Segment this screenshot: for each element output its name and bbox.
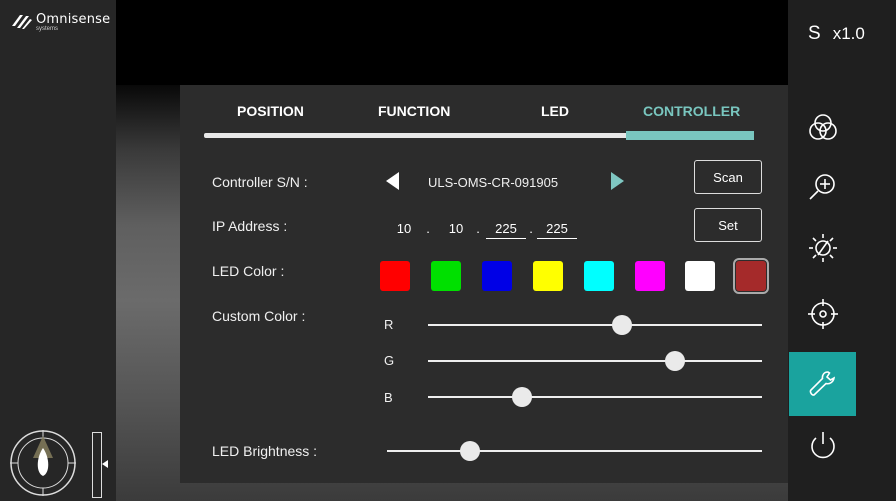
mode-letter: S: [808, 23, 821, 44]
controller-sn-label: Controller S/N :: [212, 174, 308, 190]
tilt-level-bar: [92, 432, 102, 498]
led-brightness-label: LED Brightness :: [212, 443, 318, 459]
controller-sn-value: ULS-OMS-CR-091905: [428, 175, 559, 190]
logo-name: Omnisense: [36, 12, 111, 27]
led-color-label: LED Color :: [212, 263, 285, 279]
channel-b-label: B: [384, 390, 393, 405]
led-color-swatch[interactable]: [482, 261, 512, 291]
blue-slider-knob[interactable]: [511, 387, 532, 407]
brightness-icon[interactable]: [789, 216, 856, 280]
color-mix-icon[interactable]: [789, 96, 856, 160]
zoom-level: x1.0: [832, 24, 865, 43]
led-color-swatch[interactable]: [635, 261, 665, 291]
next-controller-icon[interactable]: [611, 172, 624, 190]
tab-led[interactable]: LED: [541, 103, 569, 119]
scan-button[interactable]: Scan: [694, 160, 762, 194]
level-marker-icon: [102, 460, 108, 468]
zoom-in-icon[interactable]: [789, 155, 856, 219]
ip-address-label: IP Address :: [212, 218, 288, 234]
blue-slider-track[interactable]: [428, 396, 762, 398]
ip-separator: .: [476, 221, 480, 236]
previous-controller-icon[interactable]: [386, 172, 399, 190]
ip-octet-4[interactable]: 225: [537, 221, 577, 239]
led-color-swatch[interactable]: [685, 261, 715, 291]
led-color-swatch[interactable]: [431, 261, 461, 291]
logo: Omnisense systems: [10, 12, 110, 32]
left-sidebar: Omnisense systems: [0, 0, 116, 501]
ip-octet-2[interactable]: 10: [444, 221, 468, 236]
zoom-indicator: S x1.0: [808, 23, 865, 45]
tab-function[interactable]: FUNCTION: [378, 103, 450, 119]
feed-dark-area: [116, 0, 788, 85]
ip-separator: .: [529, 221, 533, 236]
tab-controller[interactable]: CONTROLLER: [643, 103, 740, 119]
red-slider-knob[interactable]: [611, 315, 632, 335]
tab-active-indicator: [626, 131, 754, 140]
settings-panel: POSITION FUNCTION LED CONTROLLER Control…: [180, 85, 788, 483]
green-slider-knob[interactable]: [665, 351, 686, 371]
custom-color-label: Custom Color :: [212, 308, 306, 324]
brightness-slider-knob[interactable]: [459, 441, 480, 461]
target-icon[interactable]: [789, 282, 856, 346]
led-color-swatch[interactable]: [733, 258, 769, 294]
tab-position[interactable]: POSITION: [237, 103, 304, 119]
ip-separator: .: [426, 221, 430, 236]
omnisense-logo-icon: [10, 12, 34, 32]
app-root: Omnisense systems S x1.0 POSITION FUNCTI…: [0, 0, 896, 501]
power-icon[interactable]: [789, 413, 856, 477]
ip-octet-3[interactable]: 225: [486, 221, 526, 239]
green-slider-track[interactable]: [428, 360, 762, 362]
brightness-slider-track[interactable]: [387, 450, 762, 452]
led-color-swatch[interactable]: [380, 261, 410, 291]
compass-icon: [8, 428, 78, 498]
channel-r-label: R: [384, 317, 394, 332]
channel-g-label: G: [384, 353, 395, 368]
led-color-swatch[interactable]: [533, 261, 563, 291]
red-slider-track[interactable]: [428, 324, 762, 326]
wrench-icon[interactable]: [789, 352, 856, 416]
ip-octet-1[interactable]: 10: [392, 221, 416, 236]
set-button[interactable]: Set: [694, 208, 762, 242]
led-color-swatch[interactable]: [584, 261, 614, 291]
